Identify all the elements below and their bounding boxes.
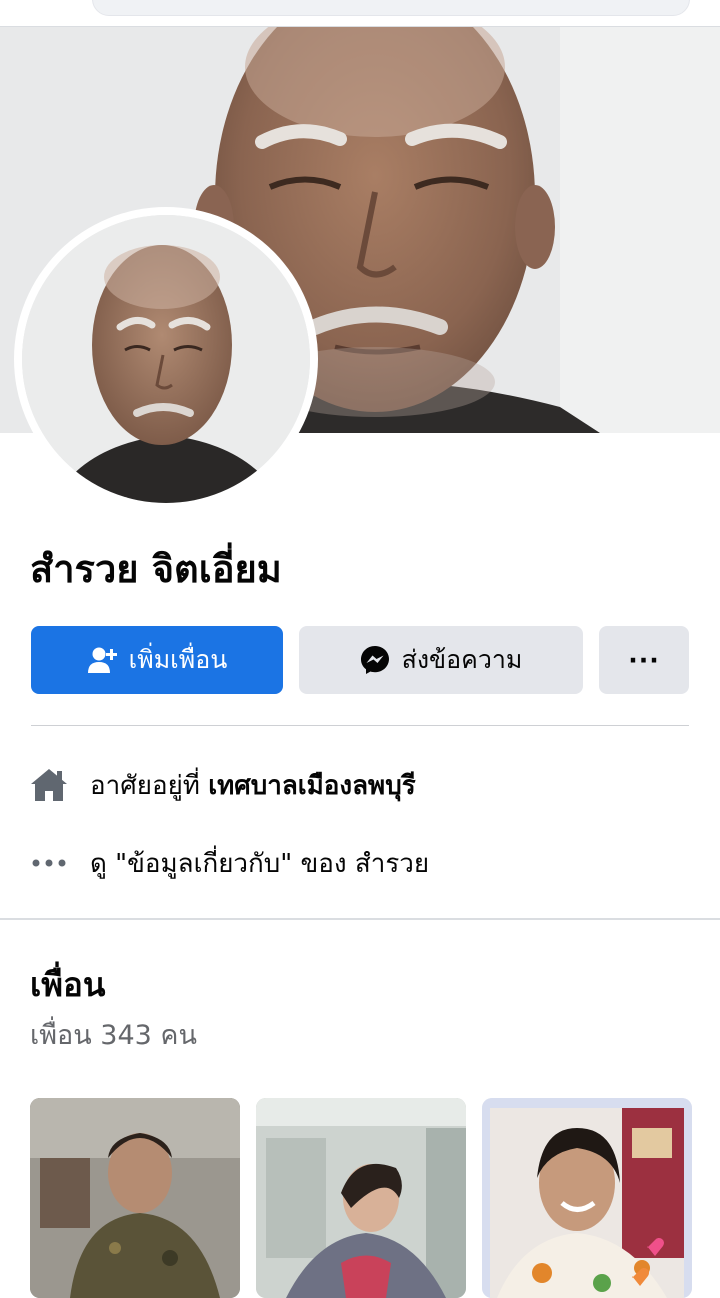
more-options-button[interactable]: ··· — [599, 626, 689, 694]
about-link[interactable]: ดู "ข้อมูลเกี่ยวกับ" ของ สำรวย — [90, 843, 429, 884]
lives-in-prefix: อาศัยอยู่ที่ — [90, 770, 209, 801]
search-bar[interactable] — [92, 0, 690, 16]
actions-divider — [31, 725, 689, 726]
message-label: ส่งข้อความ — [401, 645, 523, 674]
add-friend-button[interactable]: เพิ่มเพื่อน — [31, 626, 283, 694]
friend-thumbnail[interactable] — [482, 1098, 692, 1298]
about-row[interactable]: ดู "ข้อมูลเกี่ยวกับ" ของ สำรวย — [30, 838, 429, 888]
person-plus-icon — [87, 645, 117, 675]
add-friend-label: เพิ่มเพื่อน — [128, 645, 228, 674]
section-separator — [0, 918, 720, 920]
lives-in-row: อาศัยอยู่ที่ เทศบาลเมืองลพบุรี — [30, 760, 416, 810]
ellipsis-icon — [30, 857, 68, 869]
friend-photo — [482, 1098, 692, 1298]
messenger-icon — [360, 645, 390, 675]
message-button[interactable]: ส่งข้อความ — [299, 626, 583, 694]
profile-avatar[interactable] — [22, 215, 310, 503]
friend-photo — [30, 1098, 240, 1298]
profile-avatar-image — [22, 215, 310, 503]
friends-title[interactable]: เพื่อน — [30, 958, 105, 1011]
lives-in-place[interactable]: เทศบาลเมืองลพบุรี — [208, 765, 415, 806]
friend-photo — [256, 1098, 466, 1298]
friend-thumbnail[interactable] — [30, 1098, 240, 1298]
friend-thumbnail[interactable] — [256, 1098, 466, 1298]
profile-name: สำรวย จิตเอี่ยม — [30, 547, 282, 591]
home-icon — [30, 767, 68, 803]
more-dots-icon: ··· — [628, 645, 660, 675]
friends-count: เพื่อน 343 คน — [30, 1020, 197, 1051]
